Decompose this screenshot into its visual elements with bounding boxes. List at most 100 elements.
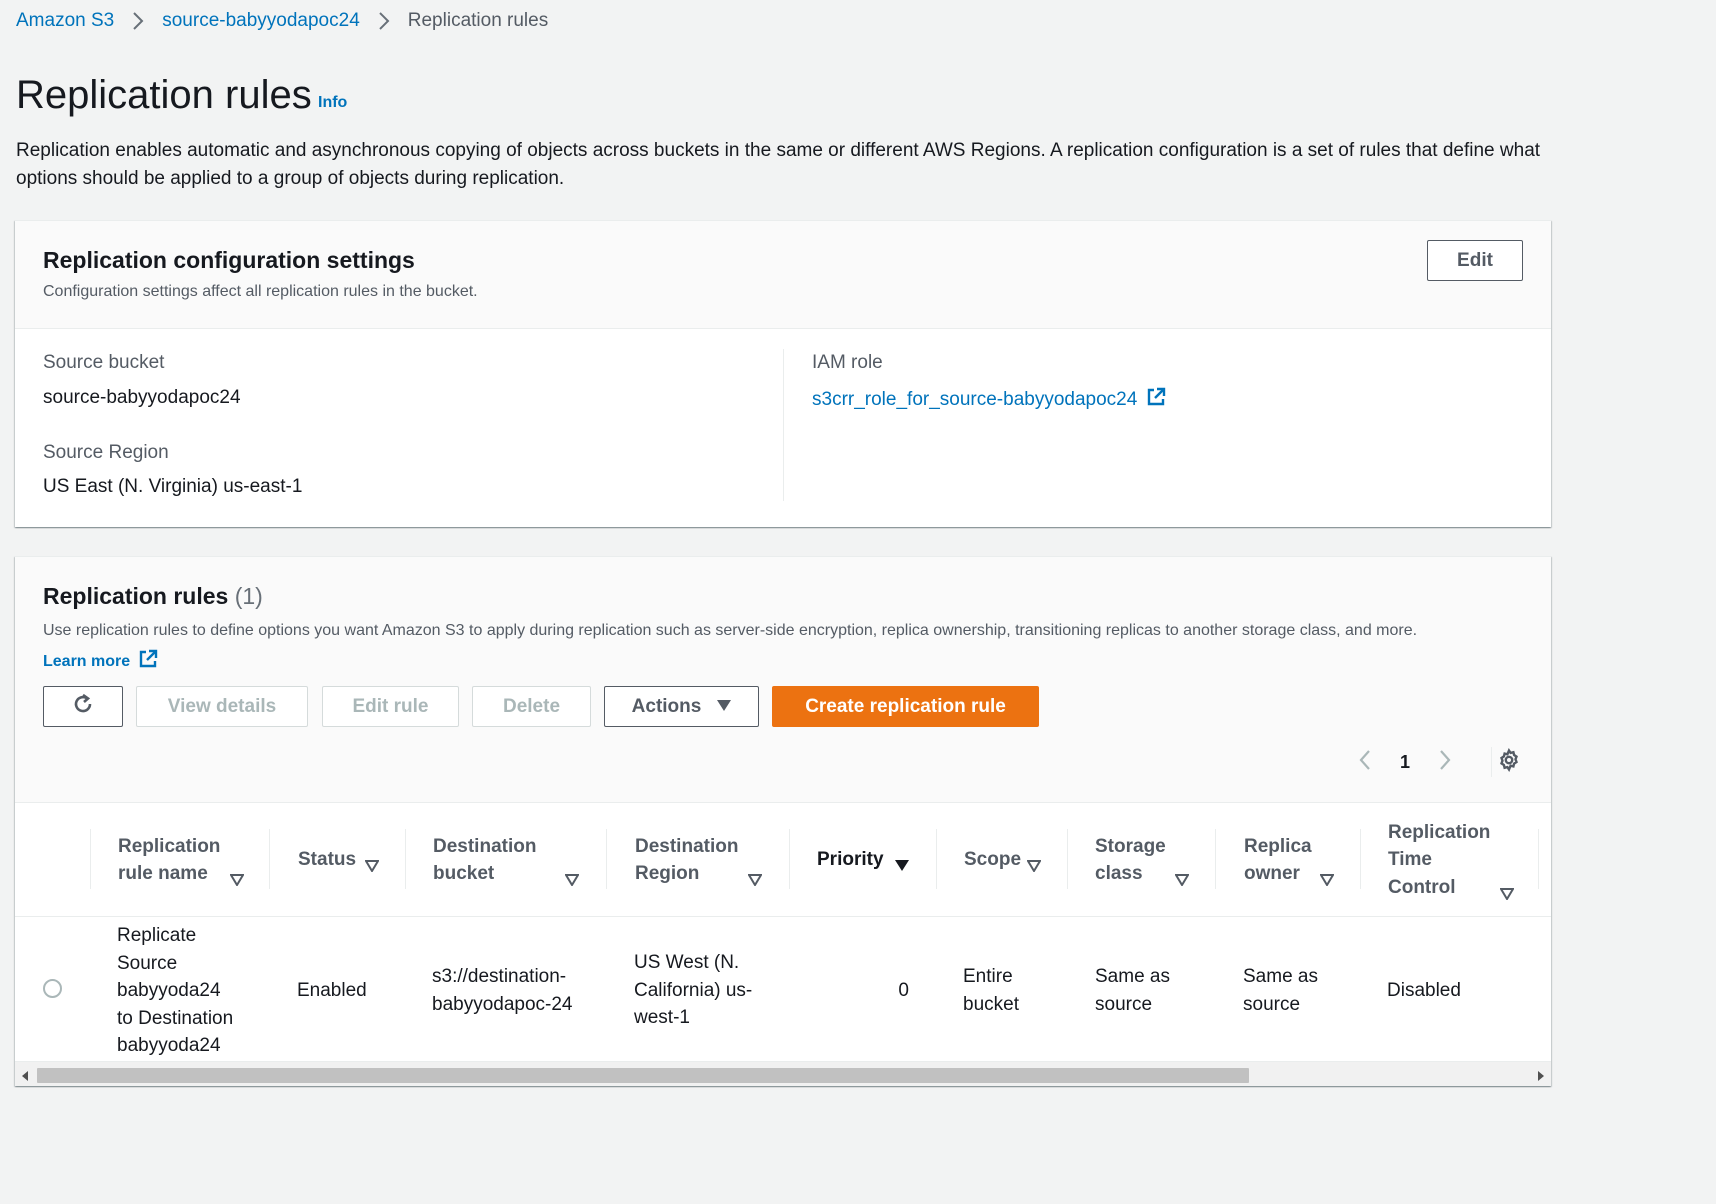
- source-bucket-label: Source bucket: [43, 352, 165, 373]
- breadcrumb: Amazon S3 source-babyyodapoc24 Replicati…: [16, 9, 548, 33]
- config-title: Replication configuration settings: [43, 247, 415, 273]
- cell-text: California) us-: [634, 979, 753, 1001]
- edit-rule-button[interactable]: Edit rule: [322, 686, 459, 727]
- header-separator: [90, 829, 91, 889]
- page-title: Replication rules: [16, 73, 312, 117]
- view-details-button[interactable]: View details: [136, 686, 308, 727]
- delete-button[interactable]: Delete: [472, 686, 591, 727]
- sort-icon: [895, 853, 909, 881]
- actions-label: Actions: [631, 695, 702, 717]
- learn-more-link[interactable]: Learn more: [43, 649, 158, 674]
- rules-count: (1): [234, 583, 263, 609]
- table-settings-button[interactable]: [1495, 747, 1523, 777]
- storage-class-cell: Same as source: [1095, 963, 1170, 1018]
- next-page-button[interactable]: [1433, 749, 1457, 775]
- chevron-right-icon: [360, 10, 408, 32]
- page-description: Replication enables automatic and asynch…: [16, 140, 1541, 189]
- header-text: Replication: [1388, 821, 1491, 843]
- cell-text: s3://destination-: [432, 966, 567, 987]
- info-link[interactable]: Info: [318, 94, 347, 112]
- breadcrumb-amazon-s3[interactable]: Amazon S3: [16, 10, 114, 32]
- header-text: Time: [1388, 849, 1433, 871]
- header-text: Region: [635, 863, 700, 884]
- previous-page-button[interactable]: [1353, 749, 1377, 775]
- breadcrumb-current: Replication rules: [407, 10, 549, 31]
- sort-icon: [229, 867, 245, 895]
- header-separator: [1215, 829, 1216, 889]
- header-text: Scope: [964, 849, 1022, 871]
- breadcrumb-bucket[interactable]: source-babyyodapoc24: [162, 10, 360, 32]
- table-header-divider: [15, 916, 1551, 917]
- iam-role-link[interactable]: s3crr_role_for_source-babyyodapoc24: [812, 387, 1166, 413]
- source-bucket-value: source-babyyodapoc24: [43, 387, 241, 408]
- sort-icon: [1499, 881, 1515, 909]
- rule-name-link[interactable]: Replicate Source babyyoda24 to Destinati…: [117, 922, 257, 1060]
- header-text: Storage: [1095, 835, 1166, 857]
- header-text: rule name: [118, 863, 208, 884]
- header-text: bucket: [433, 863, 495, 884]
- replica-owner-cell: Same as source: [1243, 963, 1318, 1018]
- header-separator: [1067, 829, 1068, 889]
- chevron-right-icon: [1439, 749, 1451, 776]
- row-select-radio[interactable]: [43, 979, 62, 998]
- cell-text: US West (N.: [634, 952, 740, 973]
- create-replication-rule-button[interactable]: Create replication rule: [772, 686, 1039, 727]
- sort-icon: [1319, 867, 1335, 895]
- column-header-scope[interactable]: Scope: [964, 804, 1074, 916]
- refresh-button[interactable]: [43, 686, 123, 727]
- cell-text: bucket: [963, 993, 1019, 1015]
- cell-text: babyyodapoc-24: [432, 993, 573, 1015]
- iam-role-label: IAM role: [812, 352, 883, 373]
- config-subtitle: Configuration settings affect all replic…: [43, 283, 478, 300]
- header-text: Destination: [635, 835, 739, 857]
- header-text: Control: [1388, 876, 1456, 898]
- external-link-icon: [1146, 387, 1166, 413]
- scrollbar-thumb[interactable]: [37, 1068, 1249, 1083]
- column-header-destination-region[interactable]: Destination Region: [635, 804, 795, 916]
- actions-dropdown[interactable]: Actions: [604, 686, 759, 727]
- column-header-status[interactable]: Status: [298, 804, 418, 916]
- header-separator: [405, 829, 406, 889]
- scroll-right-arrow-icon[interactable]: [1537, 1069, 1545, 1086]
- source-region-value: US East (N. Virginia) us-east-1: [43, 476, 303, 497]
- cell-text: babyyoda24: [117, 980, 221, 1001]
- sort-icon: [747, 867, 763, 895]
- cell-text: to Destination: [117, 1007, 234, 1029]
- header-separator: [936, 829, 937, 889]
- cell-text: Replicate: [117, 925, 197, 946]
- column-header-destination-bucket[interactable]: Destination bucket: [433, 804, 603, 916]
- column-header-replication-time-control[interactable]: Replication Time Control: [1388, 804, 1528, 916]
- learn-more-label: Learn more: [43, 652, 131, 670]
- replication-config-panel: Replication configuration settings Confi…: [15, 220, 1551, 527]
- source-region-label: Source Region: [43, 442, 169, 463]
- header-separator: [789, 829, 790, 889]
- header-separator: [269, 829, 270, 889]
- header-text: Replica: [1244, 835, 1312, 857]
- refresh-icon: [71, 692, 95, 722]
- header-text: Replication: [118, 835, 221, 857]
- gear-icon: [1497, 747, 1521, 777]
- scroll-left-arrow-icon[interactable]: [21, 1069, 29, 1086]
- config-header: [15, 221, 1551, 329]
- destination-bucket-link[interactable]: s3://destination- babyyodapoc-24: [432, 963, 602, 1018]
- rules-description: Use replication rules to define options …: [43, 622, 1418, 639]
- caret-down-icon: [717, 696, 732, 718]
- column-header-rule-name[interactable]: Replication rule name: [118, 804, 268, 916]
- cell-text: west-1: [634, 1007, 690, 1028]
- cell-text: Source: [117, 952, 178, 974]
- header-text: Status: [298, 849, 357, 871]
- column-header-priority[interactable]: Priority: [817, 804, 937, 916]
- header-separator: [1360, 829, 1361, 889]
- header-separator: [606, 829, 607, 889]
- scope-cell: Entire bucket: [963, 963, 1019, 1018]
- column-header-replica-owner[interactable]: Replica owner: [1244, 804, 1354, 916]
- cell-text: Entire: [963, 966, 1013, 987]
- column-header-storage-class[interactable]: Storage class: [1095, 804, 1205, 916]
- rules-title-text: Replication rules: [43, 583, 229, 609]
- header-text: class: [1095, 863, 1143, 884]
- horizontal-scrollbar[interactable]: [15, 1061, 1551, 1086]
- status-cell: Enabled: [297, 980, 367, 1001]
- page-number[interactable]: 1: [1393, 749, 1417, 775]
- cell-text: babyyoda24: [117, 1035, 221, 1056]
- edit-config-button[interactable]: Edit: [1427, 240, 1523, 281]
